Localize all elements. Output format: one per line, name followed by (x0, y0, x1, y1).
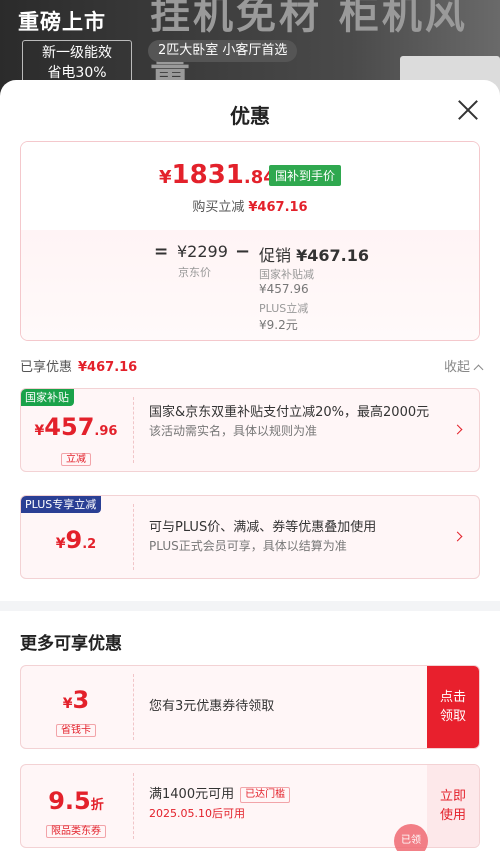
coupon-amount: ¥457.96 (34, 413, 118, 441)
price-summary-card: ¥1831.84 国补到手价 购买立减 ¥467.16 = ¥2299 京东价 −… (20, 141, 480, 341)
coupon-tag: 立减 (21, 447, 131, 466)
energy-badge: 新一级能效 省电30% (22, 40, 132, 84)
banner-pill: 2匹大卧室 小客厅首选 (148, 40, 298, 62)
coupon-amount: 9.5折 (48, 787, 104, 815)
buy-cut: 购买立减 ¥467.16 (192, 200, 308, 215)
use-now-button[interactable]: 立即使用 (427, 765, 479, 847)
plus-cut-label: PLUS立减 (259, 302, 309, 315)
coupon-amount: ¥3 (62, 686, 90, 714)
chevron-right-icon (452, 424, 463, 435)
coupon-gov-subsidy[interactable]: 国家补贴 ¥457.96 立减 国家&京东双重补贴支付立减20%，最高2000元… (20, 388, 480, 472)
collapse-button[interactable]: 收起 (444, 356, 484, 375)
sheet-title: 优惠 (230, 104, 270, 128)
minus-sign: − (235, 241, 251, 262)
claimed-stamp: 已领 (394, 824, 428, 851)
promo-total: 促销 ¥467.16 (259, 246, 369, 265)
claim-button[interactable]: 点击领取 (427, 666, 479, 748)
enjoyed-discount: 已享优惠 ¥467.16 (20, 360, 138, 375)
section-divider (0, 601, 500, 611)
jd-price: ¥2299 (177, 242, 228, 261)
gov-subsidy-label: 国家补贴减 (259, 268, 314, 281)
price-tag: 国补到手价 (269, 165, 342, 186)
coupon-tag: 限品类东券 (21, 819, 131, 838)
equals-sign: = (154, 242, 169, 262)
more-discounts-title: 更多可享优惠 (20, 634, 122, 654)
chevron-up-icon (473, 364, 484, 375)
coupon-saving-card[interactable]: ¥3 省钱卡 您有3元优惠券待领取 点击领取 (20, 665, 480, 749)
coupon-desc: 可与PLUS价、满减、券等优惠叠加使用 PLUS正式会员可享，具体以结算为准 (149, 520, 377, 553)
threshold-tag: 已达门槛 (240, 786, 291, 803)
jd-price-label: 京东价 (178, 266, 211, 279)
coupon-desc: 您有3元优惠券待领取 (149, 699, 275, 714)
close-icon[interactable] (456, 98, 480, 122)
coupon-ribbon: PLUS专享立减 (21, 496, 102, 513)
coupon-ribbon: 国家补贴 (21, 389, 74, 406)
coupon-desc: 国家&京东双重补贴支付立减20%，最高2000元 该活动需实名，具体以规则为准 (149, 405, 430, 438)
valid-date: 2025.05.10后可用 (149, 807, 245, 820)
discount-sheet: 优惠 ¥1831.84 国补到手价 购买立减 ¥467.16 = ¥2299 京东… (0, 80, 500, 851)
coupon-desc: 满1400元可用 已达门槛 2025.05.10后可用 (149, 785, 445, 823)
plus-cut-value: ¥9.2元 (259, 318, 298, 332)
coupon-plus[interactable]: PLUS专享立减 ¥9.2 可与PLUS价、满减、券等优惠叠加使用 PLUS正式… (20, 495, 480, 579)
coupon-amount: ¥9.2 (55, 526, 97, 554)
final-price: ¥1831.84 (159, 160, 276, 190)
coupon-tag: 省钱卡 (21, 718, 131, 737)
gov-subsidy-value: ¥457.96 (259, 282, 309, 296)
chevron-right-icon (452, 531, 463, 542)
banner-title: 重磅上市 (18, 10, 106, 34)
